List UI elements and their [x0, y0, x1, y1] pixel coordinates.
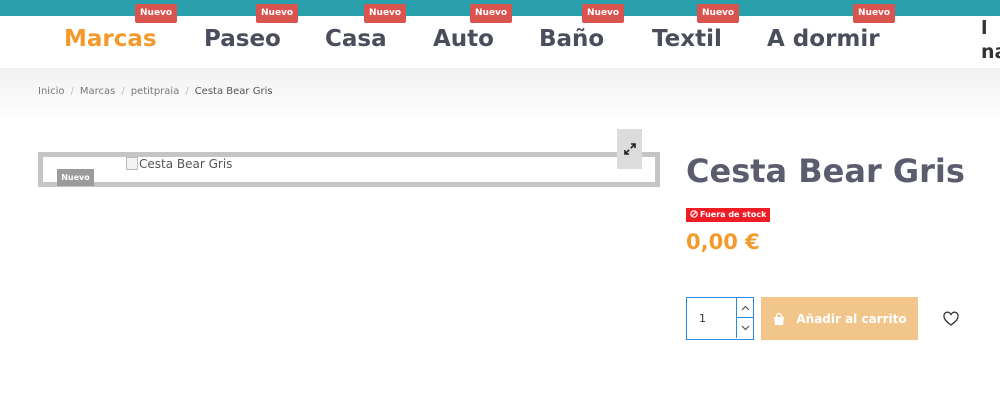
breadcrumb-separator: / [70, 86, 74, 97]
breadcrumb-inicio[interactable]: Inicio [38, 86, 64, 97]
quantity-decrease-button[interactable] [736, 318, 753, 338]
nav-item-auto[interactable]: Auto [433, 26, 494, 52]
nav-item-bano[interactable]: Baño [539, 26, 604, 52]
stock-label: Fuera de stock [700, 210, 767, 219]
nav-badge-new: Nuevo [364, 4, 407, 23]
out-of-stock-badge: Fuera de stock [686, 208, 771, 222]
broken-image-icon [126, 157, 138, 170]
nav-item-marcas[interactable]: Marcas [64, 26, 157, 52]
breadcrumb-current: Cesta Bear Gris [194, 86, 273, 97]
block-icon [690, 210, 698, 218]
add-to-cart-button[interactable]: Añadir al carrito [761, 297, 918, 340]
chevron-down-icon [741, 325, 749, 331]
breadcrumb-petitpraia[interactable]: petitpraia [131, 86, 180, 97]
nav-badge-new: Nuevo [582, 4, 625, 23]
nav-item-truncated-line: na [981, 41, 1000, 63]
nav-item-a-dormir[interactable]: A dormir [767, 26, 880, 52]
expand-image-button[interactable] [617, 129, 642, 169]
quantity-input[interactable] [687, 298, 736, 339]
breadcrumb: Inicio / Marcas / petitpraia / Cesta Bear Gris [38, 86, 273, 97]
product-title: Cesta Bear Gris [686, 152, 965, 190]
nav-badge-new: Nuevo [853, 4, 896, 23]
product-image[interactable]: Cesta Bear Gris [126, 157, 232, 171]
breadcrumb-marcas[interactable]: Marcas [80, 86, 115, 97]
nav-badge-new: Nuevo [697, 4, 740, 23]
nav-item-truncated-line: l [981, 17, 988, 39]
new-badge: Nuevo [57, 169, 94, 186]
nav-badge-new: Nuevo [256, 4, 299, 23]
nav-item-paseo[interactable]: Paseo [204, 26, 281, 52]
product-image-alt: Cesta Bear Gris [139, 157, 233, 171]
nav-item-casa[interactable]: Casa [325, 26, 387, 52]
quantity-increase-button[interactable] [736, 298, 753, 318]
nav-badge-new: Nuevo [135, 4, 178, 23]
add-to-cart-label: Añadir al carrito [796, 311, 907, 326]
heart-icon [943, 311, 959, 326]
wishlist-button[interactable] [942, 310, 960, 328]
nav-badge-new: Nuevo [470, 4, 513, 23]
breadcrumb-separator: / [185, 86, 189, 97]
quantity-stepper [686, 297, 754, 340]
main-nav: Marcas Paseo Casa Auto Baño Textil A dor… [0, 16, 1000, 68]
shopping-bag-icon [772, 312, 786, 326]
breadcrumb-separator: / [121, 86, 125, 97]
expand-icon [623, 143, 636, 155]
chevron-up-icon [741, 305, 749, 310]
nav-item-truncated[interactable]: l na [981, 16, 1000, 64]
product-price: 0,00 € [686, 230, 760, 254]
nav-item-textil[interactable]: Textil [652, 26, 722, 52]
